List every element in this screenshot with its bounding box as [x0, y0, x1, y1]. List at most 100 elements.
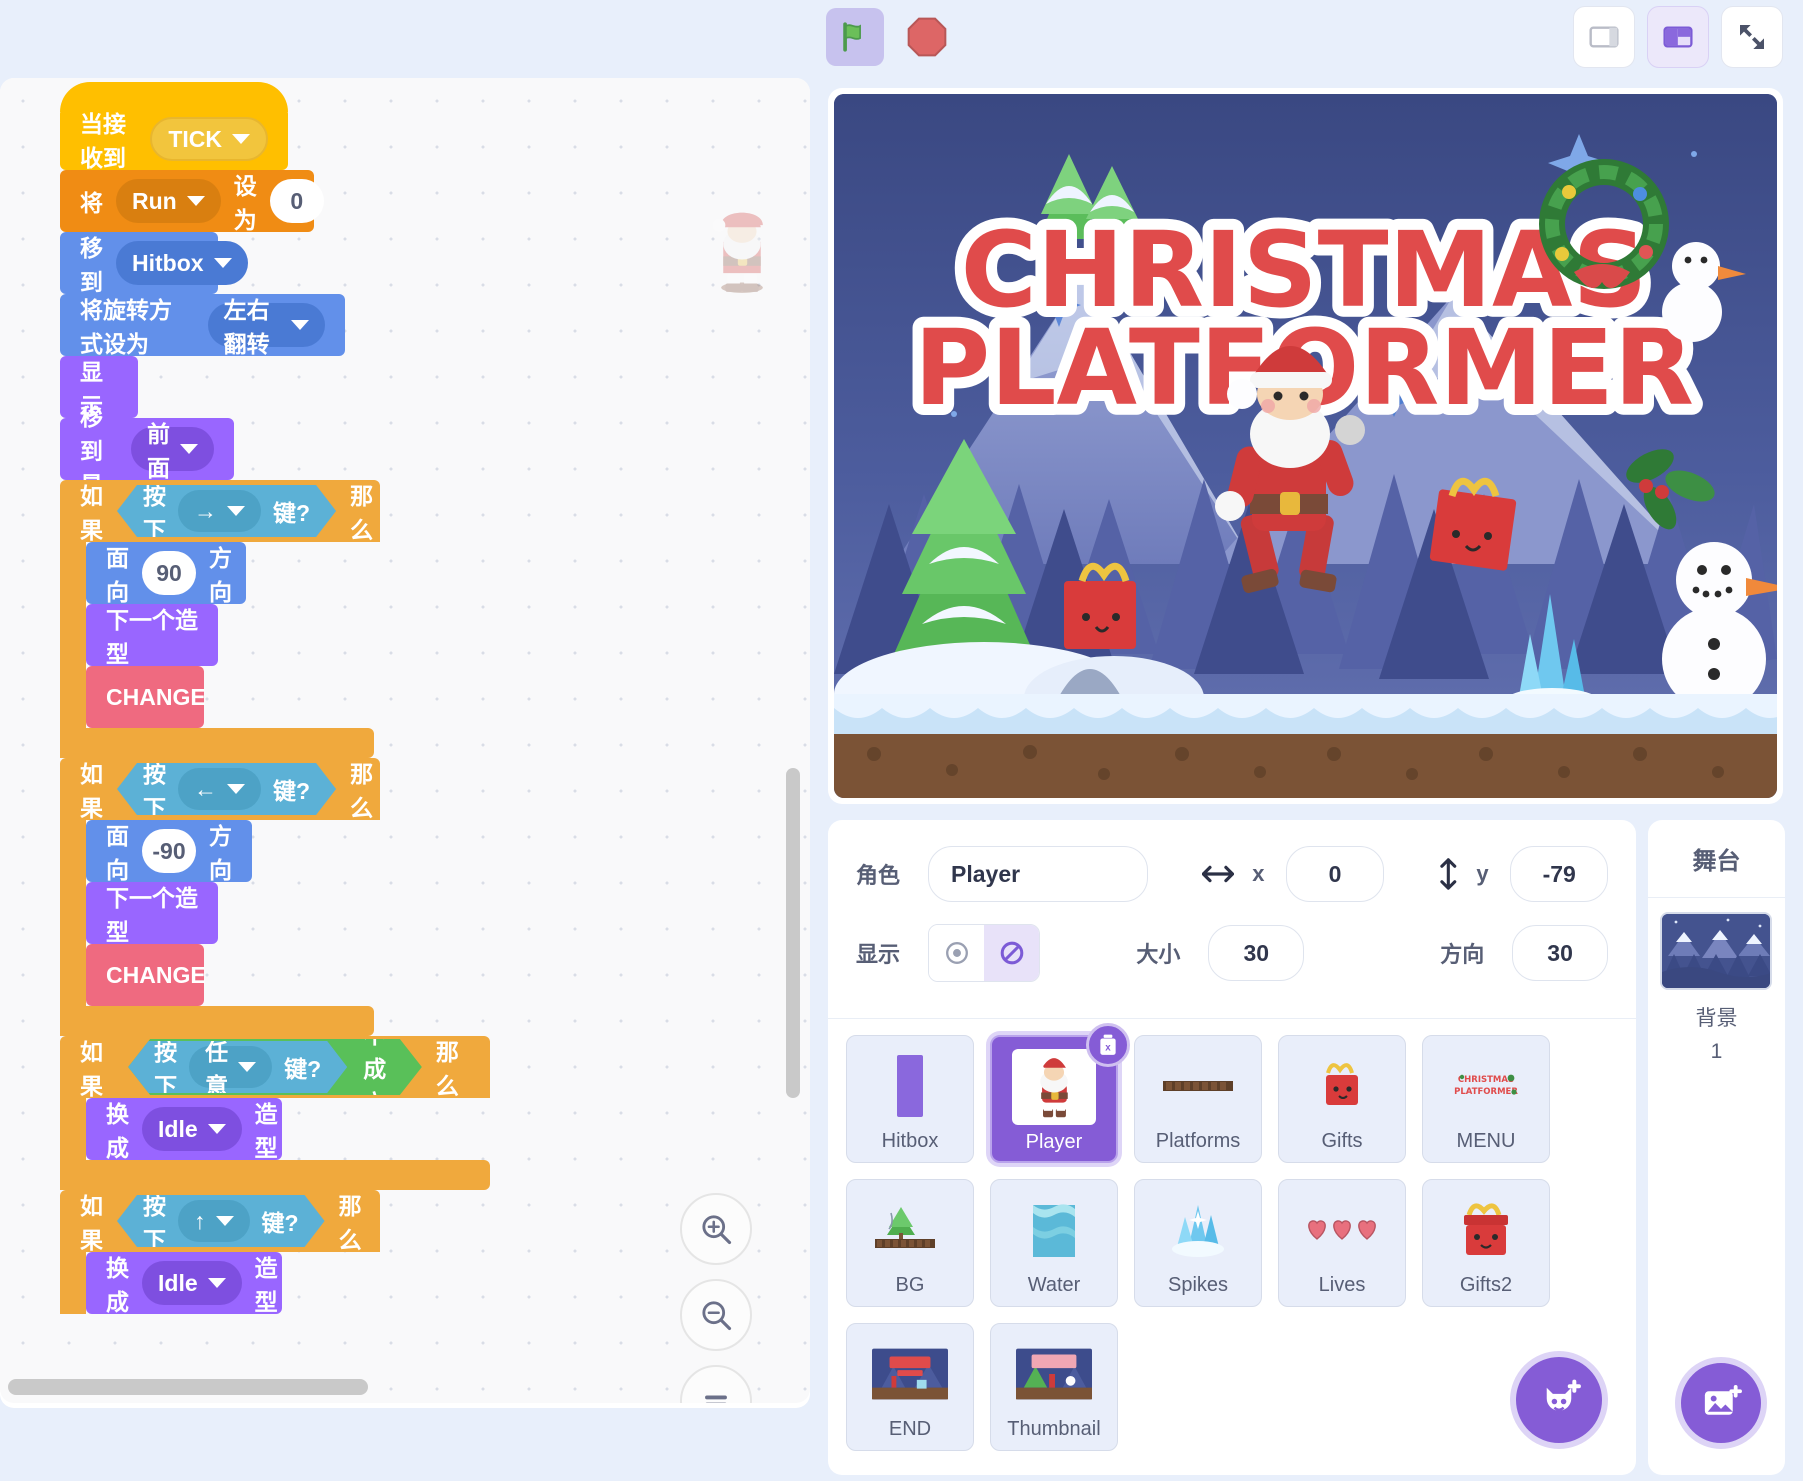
key-pressed-condition[interactable]: 按下 ↑ 键?	[117, 1195, 325, 1247]
gift-icon	[1304, 1048, 1380, 1124]
zoom-in-button[interactable]	[680, 1193, 752, 1265]
block-go-to-layer[interactable]: 移到最 前面	[60, 404, 234, 498]
block-if-right-key[interactable]: 如果 按下 → 键? 那么 面向 90 方向 下一个造型 CHANGE	[60, 480, 490, 758]
layout-controls	[1573, 6, 1783, 68]
block-if-not-any-key[interactable]: 如果 按下 任意 键? 不成立 那么 换成 Idle 造型	[60, 1036, 490, 1190]
chevron-down-icon	[227, 784, 245, 794]
c-block-foot	[60, 728, 374, 758]
sprite-card-lives[interactable]: Lives	[1278, 1179, 1406, 1307]
goto-target-dropdown[interactable]: Hitbox	[116, 241, 248, 285]
direction-input[interactable]: 90	[142, 551, 196, 595]
canvas-horizontal-scrollbar[interactable]	[8, 1379, 368, 1395]
block-next-costume[interactable]: 下一个造型	[86, 882, 218, 945]
costume-dropdown[interactable]: Idle	[142, 1261, 242, 1305]
sprite-panel: 角色 Player x 0 y -79 显示 大小 30 方向 30 Hitbo…	[828, 820, 1636, 1475]
blocks-canvas[interactable]: 当接收到 TICK 将 Run 设为 0 移到 Hitbox 将旋转方式设为 左…	[0, 78, 810, 1403]
x-label: x	[1252, 861, 1265, 886]
key-pressed-condition[interactable]: 按下 ← 键?	[117, 763, 336, 815]
sprite-card-hitbox[interactable]: Hitbox	[846, 1035, 974, 1163]
block-next-costume[interactable]: 下一个造型	[86, 604, 218, 667]
canvas-vertical-scrollbar[interactable]	[786, 768, 800, 1098]
run-controls	[826, 8, 956, 66]
zoom-reset-icon	[705, 1395, 727, 1403]
rotation-style-dropdown[interactable]: 左右翻转	[207, 297, 325, 357]
stop-icon	[907, 17, 947, 57]
block-go-to[interactable]: 移到 Hitbox	[60, 232, 248, 295]
sprite-card-water[interactable]: Water	[990, 1179, 1118, 1307]
gift-box-icon	[1326, 1063, 1358, 1105]
message-dropdown[interactable]: TICK	[150, 117, 268, 161]
key-dropdown[interactable]: 任意	[189, 1046, 272, 1088]
sprite-name-label: 角色	[856, 863, 901, 888]
add-backdrop-button[interactable]	[1675, 1357, 1767, 1449]
add-sprite-button[interactable]	[1510, 1351, 1608, 1449]
zoom-reset-button[interactable]	[680, 1365, 752, 1403]
block-label-set-to: 设为	[233, 173, 257, 233]
visibility-toggle[interactable]	[928, 924, 1041, 982]
variable-dropdown[interactable]: Run	[116, 179, 221, 223]
sprite-card-menu[interactable]: CHRISTMAS PLATFORMER MENU	[1422, 1035, 1550, 1163]
sprite-card-end[interactable]: END	[846, 1323, 974, 1451]
c-block-arm	[60, 1098, 86, 1160]
sprite-card-player[interactable]: x Player	[990, 1023, 1130, 1163]
key-pressed-condition[interactable]: 按下 任意 键?	[128, 1041, 347, 1093]
zoom-out-button[interactable]	[680, 1279, 752, 1351]
santa-icon	[1012, 1049, 1096, 1125]
stage-backdrop-card[interactable]: 背景 1	[1648, 898, 1785, 1078]
santa-sprite-thumb-icon	[1034, 1058, 1068, 1118]
costume-dropdown[interactable]: Idle	[142, 1107, 242, 1151]
direction-input[interactable]: -90	[142, 829, 196, 873]
block-set-rotation-style[interactable]: 将旋转方式设为 左右翻转	[60, 294, 345, 357]
fullscreen-button[interactable]	[1721, 6, 1783, 68]
sprite-label: Water	[1027, 1274, 1081, 1296]
sprite-card-gifts2[interactable]: Gifts2	[1422, 1179, 1550, 1307]
delete-sprite-button[interactable]: x	[1086, 1023, 1130, 1067]
chevron-down-icon	[291, 320, 309, 330]
block-point-in-direction[interactable]: 面向 -90 方向	[86, 820, 252, 883]
block-point-in-direction[interactable]: 面向 90 方向	[86, 542, 246, 605]
set-value-input[interactable]: 0	[269, 179, 324, 223]
show-sprite-button[interactable]	[929, 925, 985, 981]
large-stage-button[interactable]	[1647, 6, 1709, 68]
sprite-watermark-santa-icon	[712, 212, 763, 293]
not-condition[interactable]: 按下 任意 键? 不成立	[128, 1039, 422, 1095]
sprite-name-input[interactable]: Player	[928, 846, 1149, 902]
block-change-custom[interactable]: CHANGE	[86, 666, 206, 728]
block-set-variable[interactable]: 将 Run 设为 0	[60, 170, 324, 233]
svg-text:PLATFORMER: PLATFORMER	[1454, 1087, 1518, 1097]
hide-sprite-button[interactable]	[984, 925, 1040, 981]
block-switch-costume[interactable]: 换成 Idle 造型	[86, 1098, 282, 1161]
sprite-card-bg[interactable]: BG	[846, 1179, 974, 1307]
key-dropdown[interactable]: ↑	[178, 1200, 250, 1242]
stage-container: CHRISTMAS CHRISTMAS PLATFORMER PLATFORME…	[828, 88, 1783, 804]
svg-text:x: x	[1105, 1042, 1111, 1053]
x-input[interactable]: 0	[1286, 846, 1384, 902]
rotation-style-value: 左右翻转	[223, 297, 270, 357]
small-stage-button[interactable]	[1573, 6, 1635, 68]
sprite-card-gifts[interactable]: Gifts	[1278, 1035, 1406, 1163]
stage-selector-panel: 舞台 背景 1	[1648, 820, 1785, 1475]
key-dropdown[interactable]: ←	[178, 768, 261, 810]
sprite-card-thumbnail[interactable]: Thumbnail	[990, 1323, 1118, 1451]
layer-dropdown[interactable]: 前面	[131, 421, 214, 481]
key-pressed-condition[interactable]: 按下 → 键?	[117, 485, 336, 537]
key-dropdown[interactable]: →	[178, 490, 261, 532]
y-input[interactable]: -79	[1510, 846, 1608, 902]
block-when-i-receive[interactable]: 当接收到 TICK	[60, 108, 288, 171]
stage[interactable]: CHRISTMAS CHRISTMAS PLATFORMER PLATFORME…	[834, 94, 1777, 798]
green-flag-button[interactable]	[826, 8, 884, 66]
chevron-down-icon	[216, 1216, 234, 1226]
block-change-custom[interactable]: CHANGE	[86, 944, 206, 1006]
sprite-card-spikes[interactable]: Spikes	[1134, 1179, 1262, 1307]
size-input[interactable]: 30	[1208, 925, 1305, 981]
end-screen-thumb-icon	[872, 1348, 948, 1400]
direction-input[interactable]: 30	[1512, 925, 1608, 981]
stop-button[interactable]	[898, 8, 956, 66]
sprite-card-platforms[interactable]: Platforms	[1134, 1035, 1262, 1163]
block-if-left-key[interactable]: 如果 按下 ← 键? 那么 面向 -90 方向 下一个造型 CHANGE	[60, 758, 490, 1036]
block-switch-costume[interactable]: 换成 Idle 造型	[86, 1252, 282, 1315]
block-if-up-key[interactable]: 如果 按下 ↑ 键? 那么 换成 Idle 造型	[60, 1190, 490, 1315]
block-label-then: 那么	[350, 761, 374, 821]
block-label-costume-suffix: 造型	[254, 1255, 278, 1315]
script-stack[interactable]: 当接收到 TICK 将 Run 设为 0 移到 Hitbox 将旋转方式设为 左…	[60, 82, 490, 1315]
